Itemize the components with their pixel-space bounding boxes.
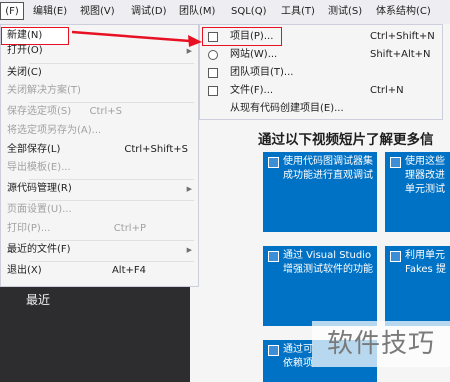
- submenu-item-team-project[interactable]: 团队项目(T)...: [200, 64, 442, 82]
- video-tile-2[interactable]: 使用这些 理器改进 单元测试: [385, 152, 450, 232]
- submenu-item-label: 从现有代码创建项目(E)...: [230, 103, 344, 114]
- video-tile-1[interactable]: 使用代码图调试器集 成功能进行直观调试: [263, 152, 377, 232]
- menu-file[interactable]: (F): [0, 2, 24, 20]
- menu-item-shortcut: Ctrl+Shift+S: [124, 144, 188, 155]
- file-menu: 新建(N) 打开(O) ▶ 关闭(C) 关闭解决方案(T) 保存选定项(S) C…: [0, 24, 199, 287]
- submenu-item-shortcut: Ctrl+N: [370, 85, 404, 96]
- video-tile-3[interactable]: 通过 Visual Studio 增强测试软件的功能: [263, 246, 377, 326]
- video-tile-text: 通过可 依赖项: [283, 344, 313, 369]
- menu-item-label: 将选定项另存为(A)...: [7, 125, 102, 136]
- submenu-item-website[interactable]: 网站(W)... Shift+Alt+N: [200, 46, 442, 64]
- menu-item-save-all[interactable]: 全部保存(L) Ctrl+Shift+S: [7, 141, 192, 159]
- menu-sql[interactable]: SQL(Q): [231, 5, 266, 19]
- video-icon: [390, 157, 401, 168]
- menu-item-shortcut: Ctrl+P: [113, 223, 146, 234]
- menu-item-label: 关闭解决方案(T): [7, 85, 81, 96]
- video-tile-text: 使用代码图调试器集 成功能进行直观调试: [283, 156, 373, 181]
- menu-test[interactable]: 测试(S): [328, 5, 362, 19]
- recent-label: 最近: [26, 293, 51, 307]
- submenu-item-label: 网站(W)...: [230, 49, 278, 60]
- menu-edit[interactable]: 编辑(E): [33, 5, 67, 19]
- menu-item-close-solution[interactable]: 关闭解决方案(T): [7, 82, 192, 100]
- menu-item-close[interactable]: 关闭(C): [7, 64, 192, 82]
- submenu-item-shortcut: Shift+Alt+N: [370, 49, 431, 60]
- annotation-arrow-icon: [72, 30, 202, 47]
- menu-item-print[interactable]: 打印(P)... Ctrl+P: [7, 220, 192, 238]
- submenu-item-from-existing-code[interactable]: 从现有代码创建项目(E)...: [200, 100, 442, 118]
- video-tile-text: 通过 Visual Studio 增强测试软件的功能: [283, 250, 373, 275]
- video-icon: [268, 345, 279, 356]
- menu-debug[interactable]: 调试(D): [131, 5, 167, 19]
- menu-item-label: 打开(O): [7, 45, 43, 56]
- menu-item-label: 打印(P)...: [7, 223, 51, 234]
- watermark: 软件技巧: [312, 321, 450, 367]
- menu-bar: (F) 编辑(E) 视图(V) 调试(D) 团队(M) SQL(Q) 工具(T)…: [0, 0, 450, 25]
- menu-item-label: 关闭(C): [7, 67, 42, 78]
- menu-item-shortcut: Ctrl+S: [89, 106, 122, 117]
- menu-tools[interactable]: 工具(T): [281, 5, 315, 19]
- submenu-item-label: 团队项目(T)...: [230, 67, 294, 78]
- menu-item-label: 源代码管理(R): [7, 183, 72, 194]
- video-icon: [268, 251, 279, 262]
- menu-item-recent-files[interactable]: 最近的文件(F) ▶: [7, 241, 192, 259]
- menu-item-exit[interactable]: 退出(X) Alt+F4: [7, 262, 192, 280]
- video-tile-text: 使用这些 理器改进 单元测试: [405, 156, 445, 195]
- menu-team[interactable]: 团队(M): [179, 5, 215, 19]
- video-icon: [268, 157, 279, 168]
- menu-item-page-setup[interactable]: 页面设置(U)...: [7, 201, 192, 219]
- menu-item-save-as[interactable]: 将选定项另存为(A)...: [7, 122, 192, 140]
- submenu-item-project[interactable]: 项目(P)... Ctrl+Shift+N: [200, 27, 442, 46]
- file-icon: [208, 86, 218, 96]
- menu-item-label: 页面设置(U)...: [7, 204, 72, 215]
- menu-item-label: 导出模板(E)...: [7, 162, 71, 173]
- menu-item-label: 全部保存(L): [7, 144, 61, 155]
- submenu-item-file[interactable]: 文件(F)... Ctrl+N: [200, 82, 442, 100]
- submenu-item-label: 文件(F)...: [230, 85, 274, 96]
- team-project-icon: [208, 68, 218, 78]
- menu-item-label: 退出(X): [7, 265, 42, 276]
- menu-item-label: 保存选定项(S): [7, 106, 72, 117]
- website-icon: [208, 50, 218, 60]
- menu-view[interactable]: 视图(V): [80, 5, 115, 19]
- new-submenu: 项目(P)... Ctrl+Shift+N 网站(W)... Shift+Alt…: [199, 24, 443, 120]
- menu-item-label: 最近的文件(F): [7, 244, 71, 255]
- menu-architecture[interactable]: 体系结构(C): [376, 5, 431, 19]
- video-tile-text: 利用单元 Fakes 提: [405, 250, 446, 275]
- video-tile-4[interactable]: 利用单元 Fakes 提: [385, 246, 450, 326]
- menu-item-shortcut: Alt+F4: [111, 265, 146, 276]
- submenu-item-shortcut: Ctrl+Shift+N: [370, 31, 435, 42]
- video-icon: [390, 251, 401, 262]
- submenu-arrow-icon: ▶: [186, 246, 192, 254]
- submenu-arrow-icon: ▶: [186, 185, 192, 193]
- start-page-heading: 通过以下视频短片了解更多信: [258, 132, 434, 148]
- menu-item-label: 新建(N): [7, 30, 43, 41]
- menu-item-source-control[interactable]: 源代码管理(R) ▶: [7, 180, 192, 198]
- menu-item-save-selected[interactable]: 保存选定项(S) Ctrl+S: [7, 103, 192, 121]
- submenu-item-label: 项目(P)...: [230, 31, 274, 42]
- project-icon: [208, 32, 218, 42]
- menu-item-export-template[interactable]: 导出模板(E)...: [7, 159, 192, 177]
